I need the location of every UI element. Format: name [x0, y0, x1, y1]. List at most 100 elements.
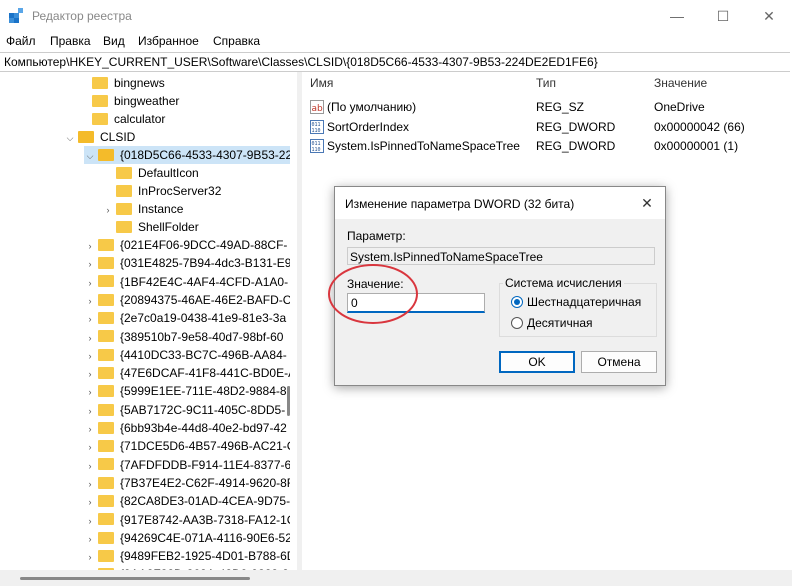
value-label: Значение:: [347, 277, 404, 291]
column-header-name[interactable]: Имя: [310, 76, 333, 90]
menu-edit[interactable]: Правка: [50, 34, 91, 48]
chevron-right-icon[interactable]: ›: [84, 329, 96, 347]
tree-item-clsid-key[interactable]: › {1BF42E4C-4AF4-4CFD-A1A0-: [84, 273, 289, 292]
tree-item-clsid[interactable]: ⌵ CLSID: [64, 128, 136, 147]
scrollbar-thumb[interactable]: [20, 577, 250, 580]
tree-item-clsid-key[interactable]: › {031E4825-7B94-4dc3-B131-E9: [84, 254, 291, 273]
chevron-right-icon[interactable]: ›: [84, 438, 96, 456]
menu-view[interactable]: Вид: [103, 34, 125, 48]
folder-icon: [92, 76, 108, 89]
tree-item-selected-key[interactable]: ⌵ {018D5C66-4533-4307-9B53-22: [84, 146, 290, 164]
folder-icon: [98, 348, 114, 361]
folder-icon: [98, 403, 114, 416]
chevron-right-icon[interactable]: ›: [84, 512, 96, 530]
folder-icon: [98, 495, 114, 508]
chevron-right-icon[interactable]: ›: [84, 420, 96, 438]
chevron-right-icon[interactable]: ›: [102, 201, 114, 219]
key-tree[interactable]: bingnews bingweather calculator ⌵ CLSID ⌵…: [0, 72, 290, 570]
chevron-right-icon[interactable]: ›: [84, 347, 96, 365]
chevron-right-icon[interactable]: ›: [84, 475, 96, 493]
folder-icon: [98, 148, 114, 161]
tree-horizontal-scrollbar[interactable]: [0, 570, 297, 586]
cancel-button[interactable]: Отмена: [581, 351, 657, 373]
tree-item-defaulticon[interactable]: DefaultIcon: [102, 164, 199, 182]
folder-icon: [92, 112, 108, 125]
close-button[interactable]: ✕: [746, 0, 792, 32]
tree-item-calculator[interactable]: calculator: [78, 110, 165, 128]
tree-item-clsid-key[interactable]: › {5AB7172C-9C11-405C-8DD5-: [84, 401, 286, 420]
list-horizontal-scrollbar[interactable]: [302, 570, 792, 586]
string-value-icon: ab: [310, 99, 324, 114]
column-header-type[interactable]: Тип: [536, 76, 556, 90]
dec-label[interactable]: Десятичная: [527, 316, 593, 330]
tree-item-clsid-key[interactable]: › {389510b7-9e58-40d7-98bf-60: [84, 328, 284, 347]
tree-item-clsid-key[interactable]: › {9489FEB2-1925-4D01-B788-6D: [84, 547, 291, 566]
window-title: Редактор реестра: [32, 9, 132, 23]
folder-icon: [98, 293, 114, 306]
chevron-right-icon[interactable]: ›: [84, 365, 96, 383]
tree-item-clsid-key[interactable]: › {82CA8DE3-01AD-4CEA-9D75-: [84, 492, 291, 511]
address-bar[interactable]: Компьютер\HKEY_CURRENT_USER\Software\Cla…: [0, 52, 790, 72]
parameter-label: Параметр:: [347, 229, 406, 243]
ok-button[interactable]: OK: [499, 351, 575, 373]
hex-radio[interactable]: [511, 296, 523, 308]
folder-icon: [116, 220, 132, 233]
chevron-right-icon[interactable]: ›: [84, 530, 96, 548]
chevron-right-icon[interactable]: ›: [84, 457, 96, 475]
tree-item-clsid-key[interactable]: › {2e7c0a19-0438-41e9-81e3-3a: [84, 309, 287, 328]
chevron-right-icon[interactable]: ›: [84, 402, 96, 420]
menu-favorites[interactable]: Избранное: [138, 34, 199, 48]
parameter-name-field: System.IsPinnedToNameSpaceTree: [347, 247, 655, 265]
tree-item-instance[interactable]: › Instance: [102, 200, 184, 219]
tree-item-clsid-key[interactable]: › {47E6DCAF-41F8-441C-BD0E-A: [84, 364, 291, 383]
chevron-right-icon[interactable]: ›: [84, 310, 96, 328]
folder-icon: [98, 513, 114, 526]
chevron-right-icon[interactable]: ›: [84, 292, 96, 310]
binary-value-icon: 011110: [310, 138, 324, 153]
tree-item-shellfolder[interactable]: ShellFolder: [102, 218, 199, 236]
dialog-title: Изменение параметра DWORD (32 бита): [345, 197, 575, 211]
chevron-down-icon[interactable]: ⌵: [64, 129, 76, 147]
list-cell-type: REG_DWORD: [536, 120, 616, 134]
close-icon[interactable]: ✕: [637, 193, 657, 213]
tree-item-clsid-key[interactable]: › {71DCE5D6-4B57-496B-AC21-C: [84, 437, 291, 456]
maximize-button[interactable]: ☐: [700, 0, 746, 32]
tree-item-clsid-key[interactable]: › {6bb93b4e-44d8-40e2-bd97-42: [84, 419, 287, 437]
value-input[interactable]: 0: [347, 293, 485, 313]
folder-icon: [98, 385, 114, 398]
tree-item-clsid-key[interactable]: › {5999E1EE-711E-48D2-9884-85: [84, 382, 291, 401]
chevron-right-icon[interactable]: ›: [84, 255, 96, 273]
tree-item-clsid-key[interactable]: › {917E8742-AA3B-7318-FA12-1C: [84, 511, 291, 530]
tree-item-clsid-key[interactable]: › {7B37E4E2-C62F-4914-9620-8F: [84, 474, 291, 493]
tree-vertical-scrollbar[interactable]: [284, 72, 294, 570]
tree-item-bingnews[interactable]: bingnews: [78, 74, 165, 92]
chevron-right-icon[interactable]: ›: [84, 237, 96, 255]
svg-text:110: 110: [312, 128, 321, 134]
scrollbar-thumb[interactable]: [287, 386, 290, 416]
tree-item-clsid-key[interactable]: › {021E4F06-9DCC-49AD-88CF-: [84, 236, 288, 255]
chevron-down-icon[interactable]: ⌵: [84, 147, 96, 165]
list-cell-value: 0x00000042 (66): [654, 120, 745, 134]
list-row-default[interactable]: ab (По умолчанию): [310, 98, 416, 116]
hex-label[interactable]: Шестнадцатеричная: [527, 295, 641, 309]
menu-help[interactable]: Справка: [213, 34, 260, 48]
list-row-sortorderindex[interactable]: 011 110 SortOrderIndex: [310, 118, 409, 136]
tree-item-clsid-key[interactable]: › {7AFDFDDB-F914-11E4-8377-6: [84, 456, 291, 475]
minimize-button[interactable]: —: [654, 0, 700, 32]
tree-item-bingweather[interactable]: bingweather: [78, 92, 179, 110]
tree-item-inprocserver32[interactable]: InProcServer32: [102, 182, 221, 200]
tree-item-clsid-key[interactable]: › {20894375-46AE-46E2-BAFD-C: [84, 291, 291, 310]
address-path[interactable]: Компьютер\HKEY_CURRENT_USER\Software\Cla…: [4, 55, 598, 69]
chevron-right-icon[interactable]: ›: [84, 274, 96, 292]
tree-item-clsid-key[interactable]: › {4410DC33-BC7C-496B-AA84-: [84, 346, 287, 364]
dec-radio[interactable]: [511, 317, 523, 329]
folder-icon: [98, 366, 114, 379]
chevron-right-icon[interactable]: ›: [84, 383, 96, 401]
tree-item-clsid-key[interactable]: › {94269C4E-071A-4116-90E6-52: [84, 529, 291, 548]
pane-splitter[interactable]: [297, 72, 302, 586]
chevron-right-icon[interactable]: ›: [84, 493, 96, 511]
menu-file[interactable]: Файл: [6, 34, 36, 48]
chevron-right-icon[interactable]: ›: [84, 548, 96, 566]
column-header-value[interactable]: Значение: [654, 76, 707, 90]
list-row-ispinned[interactable]: 011 110 System.IsPinnedToNameSpaceTree: [310, 137, 520, 155]
